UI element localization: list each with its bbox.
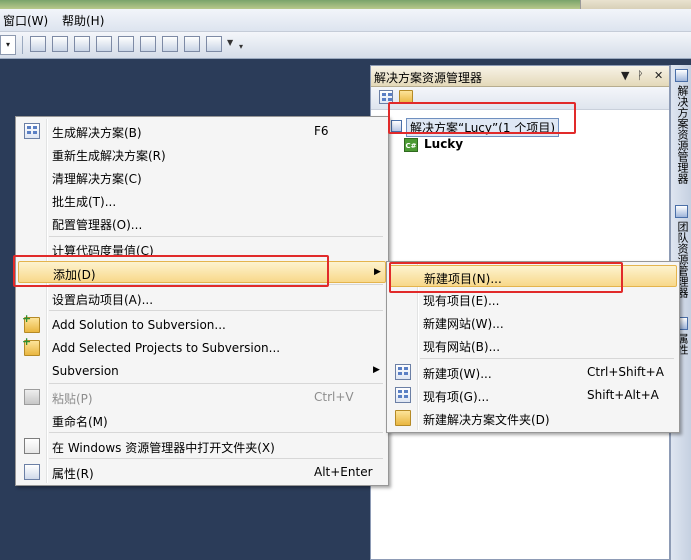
menu-item-shortcut: Shift+Alt+A <box>587 388 659 402</box>
menu-item-build-solution[interactable]: 生成解决方案(B) F6 <box>18 120 386 142</box>
submenu-item-new-website[interactable]: 新建网站(W)... <box>389 311 677 333</box>
menu-item-shortcut: Ctrl+V <box>314 390 354 404</box>
menu-item-label: 属性(R) <box>52 467 94 481</box>
menu-item-label: 配置管理器(O)... <box>52 218 143 232</box>
menu-item-label: 生成解决方案(B) <box>52 126 142 140</box>
menu-item-label: 粘贴(P) <box>52 392 93 406</box>
menu-item-label: 重新生成解决方案(R) <box>52 149 166 163</box>
display-icon[interactable] <box>206 36 222 52</box>
menu-item-add-solution-to-subversion[interactable]: + Add Solution to Subversion... <box>18 313 386 336</box>
annotation-box-solution <box>388 102 576 134</box>
window-buttons[interactable] <box>580 0 691 9</box>
annotation-box-new-project <box>389 262 623 293</box>
object-browser-icon[interactable] <box>96 36 112 52</box>
menu-item-label: 现有项(G)... <box>423 390 490 404</box>
menu-item-label: 批生成(T)... <box>52 195 117 209</box>
menu-item-label: 设置启动项目(A)... <box>52 293 154 307</box>
pin-icon[interactable]: ᚹ <box>637 69 644 82</box>
solution-explorer-tab-icon <box>675 69 688 82</box>
properties-window-icon[interactable] <box>52 36 68 52</box>
toolbox-icon[interactable] <box>118 36 134 52</box>
menu-item-label: Add Selected Projects to Subversion... <box>52 341 281 355</box>
tools-icon[interactable] <box>140 36 156 52</box>
build-icon <box>24 123 40 139</box>
menu-item-label: 新建网站(W)... <box>423 317 504 331</box>
add-folder-icon: + <box>22 313 40 333</box>
menu-help[interactable]: 帮助(H) <box>62 12 104 29</box>
submenu-item-existing-website[interactable]: 现有网站(B)... <box>389 334 677 356</box>
menu-item-shortcut: Ctrl+Shift+A <box>587 365 664 379</box>
menu-separator <box>49 458 383 459</box>
menu-item-label: 现有项目(E)... <box>423 294 500 308</box>
menu-item-label: Add Solution to Subversion... <box>52 318 226 332</box>
project-label: Lucky <box>424 137 464 151</box>
submenu-arrow-icon: ▶ <box>374 267 381 277</box>
menu-item-configuration-manager[interactable]: 配置管理器(O)... <box>18 212 386 234</box>
submenu-item-new-item[interactable]: 新建项(W)... Ctrl+Shift+A <box>389 361 677 383</box>
menu-separator <box>49 310 383 311</box>
submenu-arrow-icon: ▶ <box>373 365 380 375</box>
start-page-icon[interactable] <box>162 36 178 52</box>
add-folder-icon: + <box>22 336 40 356</box>
combo-dropdown[interactable]: ▾ <box>0 35 16 55</box>
menu-window[interactable]: 窗口(W) <box>3 12 48 29</box>
menu-item-label: 新建项(W)... <box>423 367 492 381</box>
menu-separator <box>49 236 383 237</box>
paste-icon <box>24 389 40 405</box>
menu-item-add-projects-to-subversion[interactable]: + Add Selected Projects to Subversion... <box>18 336 386 359</box>
menu-item-paste[interactable]: 粘贴(P) Ctrl+V <box>18 386 386 408</box>
csharp-project-icon: C# <box>404 138 418 152</box>
menu-item-shortcut: Alt+Enter <box>314 465 373 479</box>
solution-explorer-titlebar: 解决方案资源管理器 ▼ ᚹ ✕ <box>371 66 669 87</box>
menu-item-label: 重命名(M) <box>52 415 108 429</box>
menu-item-batch-build[interactable]: 批生成(T)... <box>18 189 386 211</box>
existing-item-icon <box>395 387 411 403</box>
close-icon[interactable]: ✕ <box>654 69 663 82</box>
menu-item-label: 清理解决方案(C) <box>52 172 142 186</box>
menu-separator <box>49 383 383 384</box>
menu-item-label: 在 Windows 资源管理器中打开文件夹(X) <box>52 441 275 455</box>
submenu-item-new-solution-folder[interactable]: 新建解决方案文件夹(D) <box>389 407 677 429</box>
chevron-down-icon[interactable]: ▼ <box>227 38 233 47</box>
panel-title: 解决方案资源管理器 <box>374 71 483 85</box>
menu-item-rebuild-solution[interactable]: 重新生成解决方案(R) <box>18 143 386 165</box>
menu-item-label: 新建解决方案文件夹(D) <box>423 413 550 427</box>
toolbar-overflow-icon[interactable]: ▾ <box>239 42 243 51</box>
menu-item-open-in-explorer[interactable]: 在 Windows 资源管理器中打开文件夹(X) <box>18 435 386 457</box>
menu-bar: 窗口(W) 帮助(H) <box>0 9 691 32</box>
dropdown-icon[interactable]: ▼ <box>621 69 629 82</box>
menu-separator <box>49 432 383 433</box>
toolbar-separator <box>22 36 23 54</box>
menu-item-subversion[interactable]: Subversion ▶ <box>18 360 386 382</box>
properties-icon <box>24 464 40 480</box>
find-icon[interactable] <box>30 36 46 52</box>
submenu-item-existing-item[interactable]: 现有项(G)... Shift+Alt+A <box>389 384 677 406</box>
new-item-icon <box>395 364 411 380</box>
menu-item-label: 现有网站(B)... <box>423 340 501 354</box>
team-explorer-tab-icon <box>675 205 688 218</box>
side-tab-solution-explorer[interactable]: 解决方案资源管理器 <box>674 85 690 184</box>
menu-item-properties[interactable]: 属性(R) Alt+Enter <box>18 461 386 483</box>
menu-item-clean-solution[interactable]: 清理解决方案(C) <box>18 166 386 188</box>
class-view-icon[interactable] <box>74 36 90 52</box>
toolbar: ▾ ▼ ▾ <box>0 32 691 59</box>
new-folder-icon <box>395 410 411 426</box>
menu-item-set-startup-project[interactable]: 设置启动项目(A)... <box>18 287 386 309</box>
menu-item-rename[interactable]: 重命名(M) <box>18 409 386 431</box>
menu-item-label: Subversion <box>52 364 119 378</box>
command-window-icon[interactable] <box>184 36 200 52</box>
annotation-box-add <box>13 255 329 287</box>
menu-separator <box>420 358 674 359</box>
solution-context-menu: 生成解决方案(B) F6 重新生成解决方案(R) 清理解决方案(C) 批生成(T… <box>15 116 389 486</box>
open-folder-icon <box>24 438 40 454</box>
menu-item-shortcut: F6 <box>314 124 329 138</box>
